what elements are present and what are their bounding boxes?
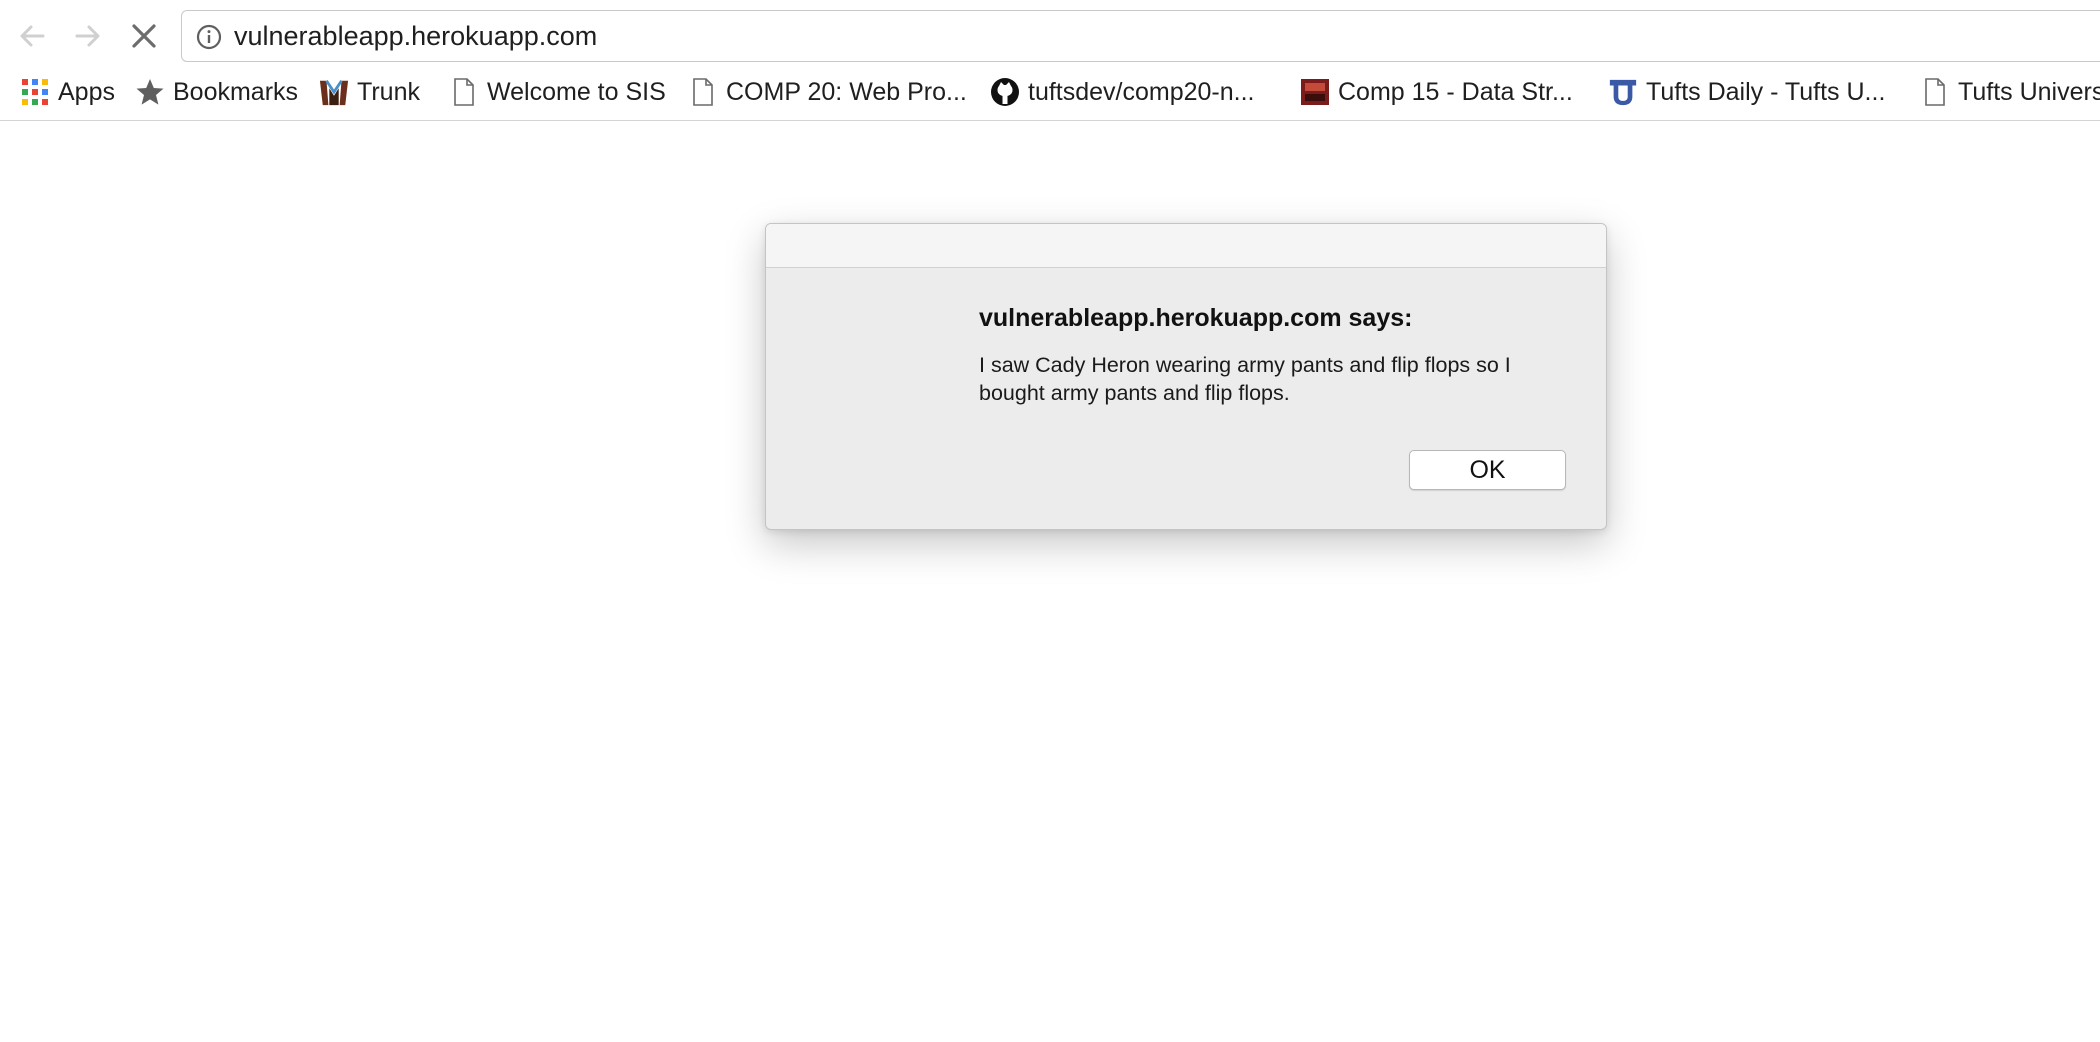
dialog-title: vulnerableapp.herokuapp.com says: (979, 304, 1413, 332)
stop-loading-button[interactable] (124, 16, 164, 56)
stop-loading-icon (129, 21, 159, 51)
bookmark-tufts-university[interactable]: Tufts Univers (1920, 72, 2100, 112)
star-icon (135, 77, 165, 107)
bookmark-label: Tufts Univers (1958, 77, 2100, 106)
bookmark-label: Bookmarks (173, 77, 299, 106)
apps-grid-icon (20, 77, 50, 107)
bookmark-tufts-daily[interactable]: Tufts Daily - Tufts U... (1608, 72, 1885, 112)
bookmarks-bar: Apps Bookmarks Trunk Welcome to SIS COMP… (0, 72, 2100, 120)
page-icon (449, 77, 479, 107)
ok-button[interactable]: OK (1409, 450, 1566, 490)
address-bar[interactable]: vulnerableapp.herokuapp.com (181, 10, 2100, 62)
bookmark-label: Comp 15 - Data Str... (1338, 77, 1573, 106)
back-arrow-icon (17, 21, 47, 51)
bookmark-label: COMP 20: Web Pro... (726, 77, 967, 106)
forward-button[interactable] (68, 16, 108, 56)
bookmark-comp15[interactable]: Comp 15 - Data Str... (1300, 72, 1573, 112)
bookmark-label: Apps (58, 77, 115, 106)
bookmark-apps[interactable]: Apps (20, 72, 115, 112)
bookmark-welcome-to-sis[interactable]: Welcome to SIS (449, 72, 666, 112)
browser-chrome: vulnerableapp.herokuapp.com Apps Bookmar… (0, 0, 2100, 121)
bookmark-label: Trunk (357, 77, 420, 106)
browser-toolbar: vulnerableapp.herokuapp.com (0, 0, 2100, 72)
info-icon[interactable] (196, 24, 222, 50)
bookmark-label: Tufts Daily - Tufts U... (1646, 77, 1886, 106)
alert-dialog: vulnerableapp.herokuapp.com says: I saw … (765, 223, 1607, 530)
page-icon (1920, 77, 1950, 107)
comp15-favicon (1300, 77, 1330, 107)
bookmark-trunk[interactable]: Trunk (319, 72, 420, 112)
trunk-icon (319, 77, 349, 107)
bookmark-label: Welcome to SIS (487, 77, 666, 106)
tufts-daily-icon (1608, 77, 1638, 107)
bookmark-tuftsdev-github[interactable]: tuftsdev/comp20-n... (990, 72, 1255, 112)
page-icon (688, 77, 718, 107)
dialog-message: I saw Cady Heron wearing army pants and … (979, 353, 1511, 405)
github-icon (990, 77, 1020, 107)
bookmark-bookmarks[interactable]: Bookmarks (135, 72, 298, 112)
back-button[interactable] (12, 16, 52, 56)
bookmark-comp20[interactable]: COMP 20: Web Pro... (688, 72, 967, 112)
forward-arrow-icon (73, 21, 103, 51)
dialog-titlebar (766, 224, 1606, 268)
url-text[interactable]: vulnerableapp.herokuapp.com (234, 11, 597, 61)
bookmark-label: tuftsdev/comp20-n... (1028, 77, 1255, 106)
